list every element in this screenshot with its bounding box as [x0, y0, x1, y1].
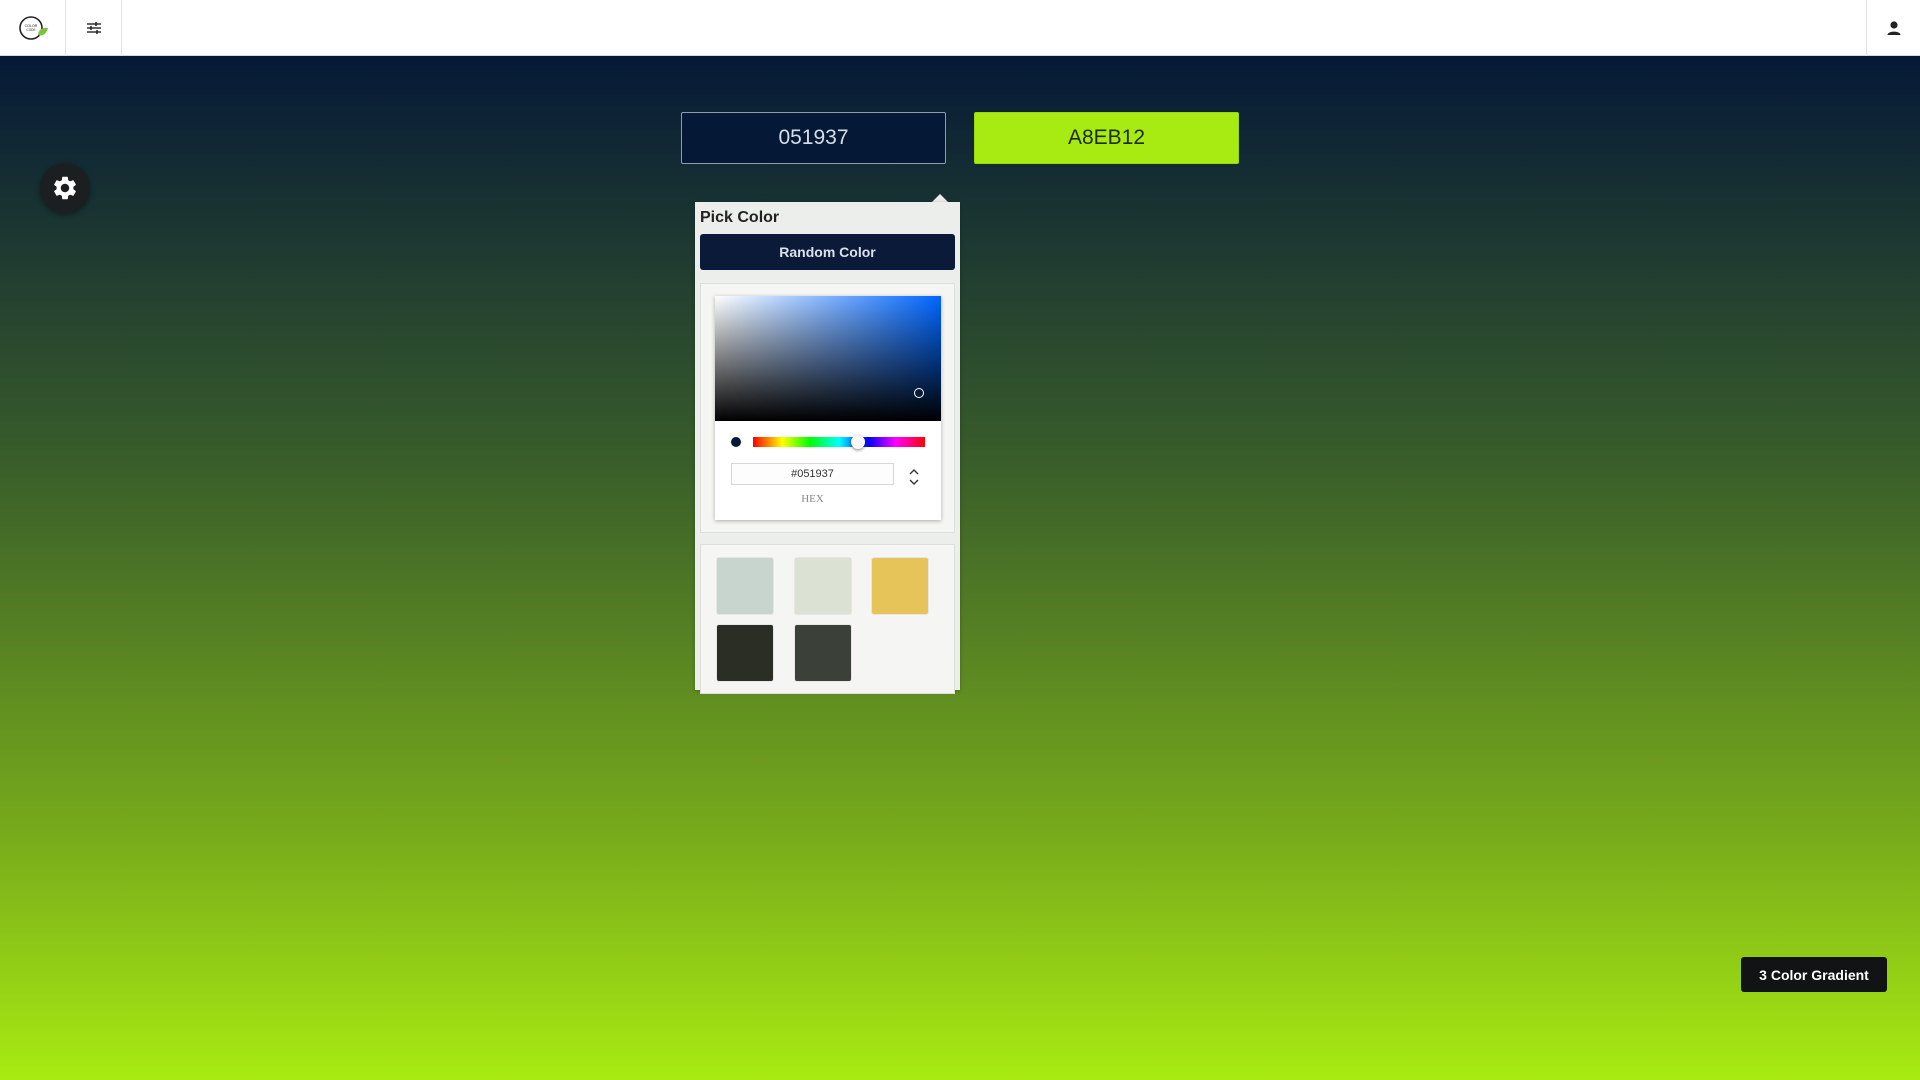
color-1-input[interactable] [681, 112, 946, 164]
hex-label: HEX [801, 493, 824, 505]
color-swatch[interactable] [872, 558, 928, 614]
gradient-preview: Pick Color Random Color HEX [0, 56, 1920, 1080]
gear-icon [54, 176, 76, 200]
picker-arrow [932, 194, 948, 202]
menu-button[interactable] [66, 0, 122, 56]
saturation-area[interactable] [715, 296, 941, 421]
mode-toggle[interactable] [907, 465, 921, 489]
color-swatch[interactable] [717, 625, 773, 681]
user-button[interactable] [1866, 0, 1920, 56]
color-picker-popup: Pick Color Random Color HEX [695, 202, 960, 694]
swatch-panel [700, 544, 955, 694]
color-swatch[interactable] [717, 558, 773, 614]
saturation-value-box: HEX [715, 296, 941, 520]
settings-button[interactable] [40, 163, 90, 213]
gradient-mode-button[interactable]: 3 Color Gradient [1741, 957, 1887, 992]
color-swatch[interactable] [795, 625, 851, 681]
saturation-handle[interactable] [914, 388, 924, 398]
svg-text:CODE: CODE [26, 28, 35, 32]
hue-handle[interactable] [851, 435, 865, 449]
hue-slider[interactable] [753, 435, 925, 449]
sliders-icon [86, 22, 101, 34]
color-leaf-logo-icon: COLOR CODE [18, 16, 48, 40]
color-2-input[interactable] [974, 112, 1239, 164]
color-swatch[interactable] [795, 558, 851, 614]
hex-input[interactable] [731, 463, 894, 485]
picker-panel: HEX [700, 283, 955, 533]
logo[interactable]: COLOR CODE [0, 0, 66, 56]
picker-title: Pick Color [700, 209, 780, 226]
user-icon [1887, 21, 1900, 35]
current-color-dot [731, 437, 741, 447]
top-bar: COLOR CODE [0, 0, 1920, 56]
chevron-up-down-icon [909, 469, 919, 485]
random-color-button[interactable]: Random Color [700, 234, 955, 270]
